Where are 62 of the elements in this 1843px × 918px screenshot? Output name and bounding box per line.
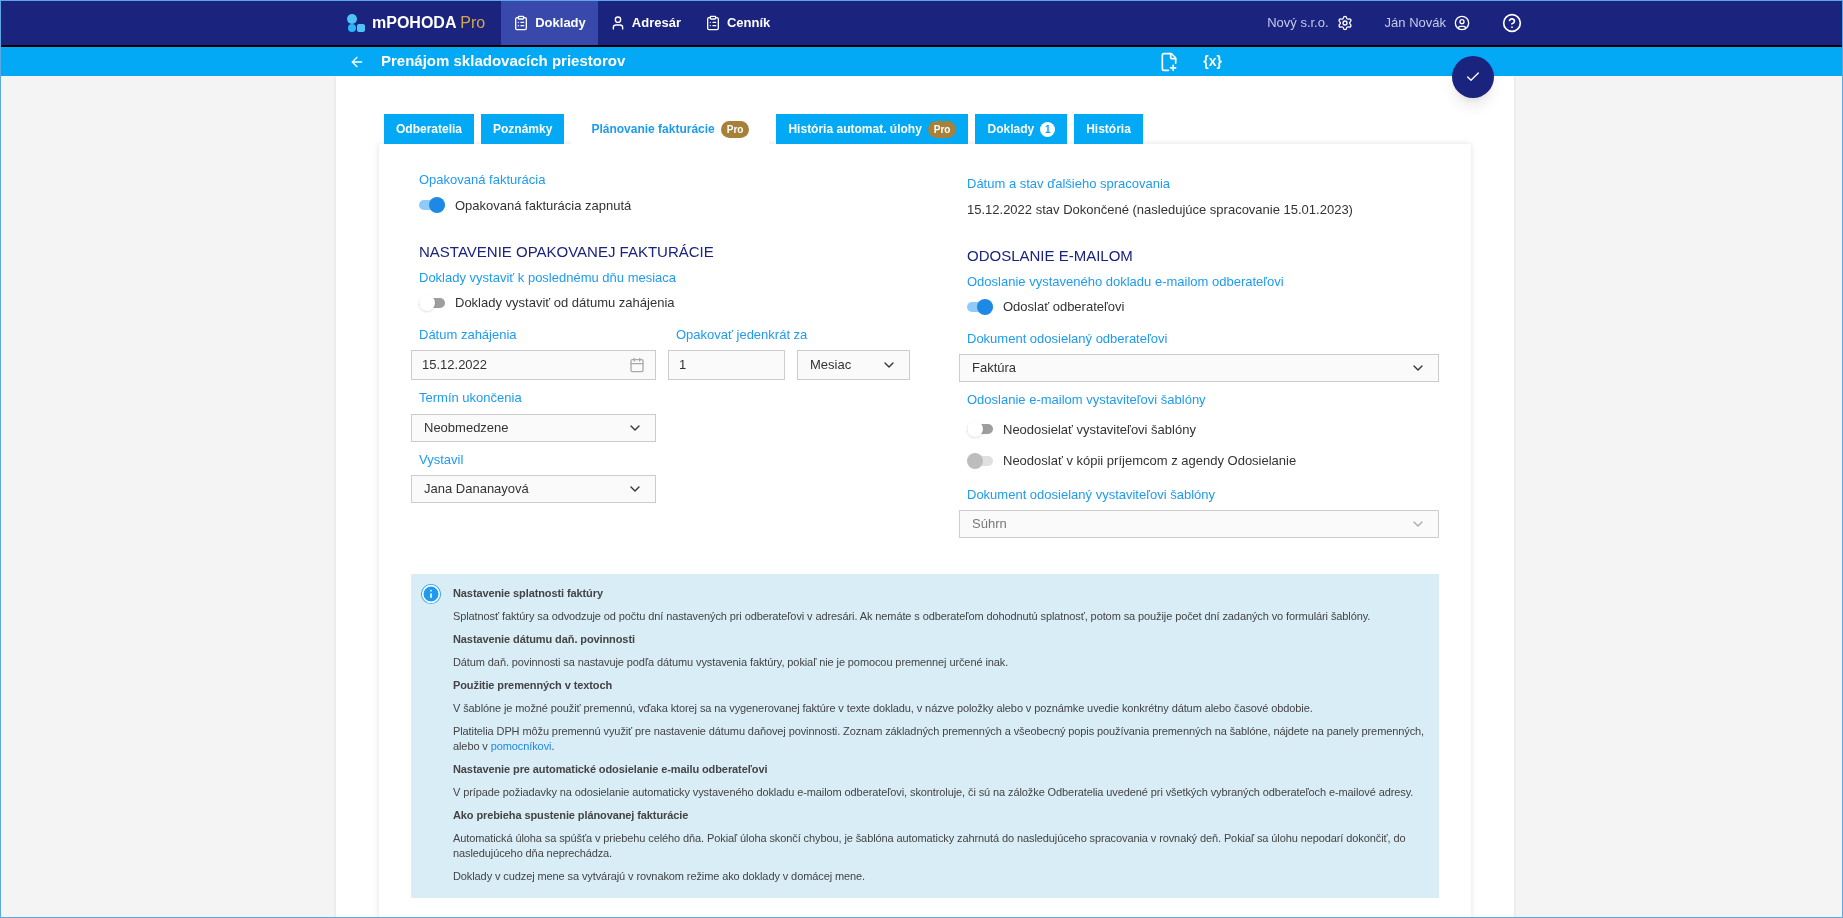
section-heading: ODOSLANIE E-MAILOM [967, 246, 1134, 266]
toggle-switch[interactable] [419, 294, 445, 311]
select-field[interactable]: Mesiac [797, 350, 910, 380]
field-label: Odoslanie vystaveného dokladu e-mailom odberateľovi [967, 272, 1285, 291]
info-icon [421, 584, 441, 604]
page-title: Prenájom skladovacích priestorov [381, 51, 626, 72]
field-label: Doklady vystaviť k poslednému dňu mesiaca [419, 268, 678, 287]
info-heading: Nastavenie dátumu daň. povinnosti [453, 632, 636, 647]
menu-icon [513, 15, 530, 31]
info-paragraph: Dátum daň. povinnosti sa nastavuje podľa dátumu vystavenia faktúry, pokiaľ nie je pomocou premennej určené inak. [453, 655, 1010, 670]
toggle-label: Doklady vystaviť od dátumu zahájenia [455, 294, 675, 312]
field-label: Termín ukončenia [419, 389, 523, 407]
calendar-icon [629, 357, 645, 373]
count-badge: 1 [1040, 121, 1056, 137]
field-label: Opakovaná fakturácia [419, 171, 547, 189]
number-field[interactable]: 1 [668, 350, 785, 380]
field-label: Opakovať jedenkrát za [676, 325, 809, 344]
select-field[interactable]: Jana Dananayová [411, 475, 656, 503]
tab[interactable]: História automat. úlohy Pro [776, 114, 969, 144]
info-paragraph: Platitelia DPH môžu premennú využiť pre nastavenie dátumu daňovej povinnosti. Zoznam základných premenných a všeobecný popis používania premenných na šablóne, nájdete na panely premenných, alebo v pomocníkovi. [453, 724, 1426, 754]
toggle-label: Opakovaná fakturácia zapnutá [455, 196, 632, 215]
field-label: Dátum a stav ďalšieho spracovania [967, 175, 1172, 193]
nav-menu-item[interactable]: Adresár [597, 1, 693, 45]
select-field[interactable]: Faktúra [959, 354, 1439, 382]
field-label: Odoslanie e-mailom vystaviteľovi šablóny [967, 391, 1207, 409]
help-icon[interactable] [1502, 13, 1522, 33]
info-paragraph: Doklady v cudzej mene sa vytvárajú v rovnakom režime ako doklady v domácej mene. [453, 869, 867, 884]
document-add-icon[interactable] [1159, 51, 1180, 72]
toggle-label: Neodosielať vystaviteľovi šablóny [1003, 420, 1196, 439]
settings-icon[interactable] [1336, 15, 1353, 31]
info-paragraph: Splatnosť faktúry sa odvodzuje od počtu dní nastavených pri odberateľovi v adresári. Ak nemáte s odberateľom dohodnutú splatnosť, potom sa použije počet dní zadaných vo formulári šablóny. [453, 609, 1372, 624]
field-label: Dátum zahájenia [419, 325, 518, 344]
toggle-label: Neodoslať v kópii príjemcom z agendy Odosielanie [1003, 452, 1297, 470]
select-field[interactable]: Neobmedzene [411, 413, 656, 442]
field-label: Vystavil [419, 450, 465, 469]
field-label: Dokument odosielaný odberateľovi [967, 329, 1169, 348]
nav-menu-item[interactable]: Cenník [692, 1, 783, 45]
processing-status: 15.12.2022 stav Dokončené (nasledujúce spracovanie 15.01.2023) [967, 200, 1354, 219]
company-name: Nový s.r.o. [1267, 14, 1329, 33]
info-paragraph: V prípade požiadavky na odosielanie automaticky vystaveného dokladu e-mailom odberateľovi, skontroluje, či sú na záložke Odberatelia uvedené pri všetkých vybraných odberateľoch e-mailové adresy. [453, 785, 1415, 800]
logo-icon [346, 13, 366, 33]
date-field[interactable]: 15.12.2022 [411, 350, 656, 380]
info-paragraph: Automatická úloha sa spúšťa v priebehu celého dňa. Pokiaľ úloha skončí chybou, je šablóna automaticky zahrnutá do nasledujúceho spracovania v rovnaký deň. Pokiaľ sa úlohu nepodarí dokončiť, do nasledujúceho dňa neprechádza. [453, 831, 1407, 861]
info-paragraph: V šablóne je možné použiť premennú, vďaka ktorej sa na vygenerovanej faktúre v texte dokladu, v názve položky alebo v poznámke uvedie konkrétny dátum alebo časové obdobie. [453, 701, 1314, 716]
toggle-label: Odoslať odberateľovi [1003, 298, 1125, 316]
user-icon[interactable] [1454, 15, 1470, 31]
toggle-switch[interactable] [967, 298, 993, 315]
field-label: Dokument odosielaný vystaviteľovi šablóny [967, 485, 1217, 504]
info-heading: Ako prebieha spustenie plánovanej fakturácie [453, 808, 690, 823]
pro-badge: Pro [927, 120, 957, 138]
menu-icon [704, 15, 721, 31]
info-heading: Nastavenie pre automatické odosielanie e-mailu odberateľovi [453, 762, 769, 777]
toggle-switch[interactable] [419, 197, 445, 214]
info-heading: Použitie premenných v textoch [453, 678, 614, 693]
confirm-button[interactable] [1452, 56, 1494, 98]
toggle-switch[interactable] [967, 421, 993, 438]
section-heading: NASTAVENIE OPAKOVANEJ FAKTURÁCIE [419, 242, 715, 262]
app-logo: mPOHODA Pro [372, 13, 486, 33]
info-heading: Nastavenie splatnosti faktúry [453, 586, 604, 601]
nav-menu-item[interactable]: Doklady [501, 1, 598, 45]
user-name: Ján Novák [1384, 14, 1446, 33]
pro-badge: Pro [720, 120, 750, 138]
